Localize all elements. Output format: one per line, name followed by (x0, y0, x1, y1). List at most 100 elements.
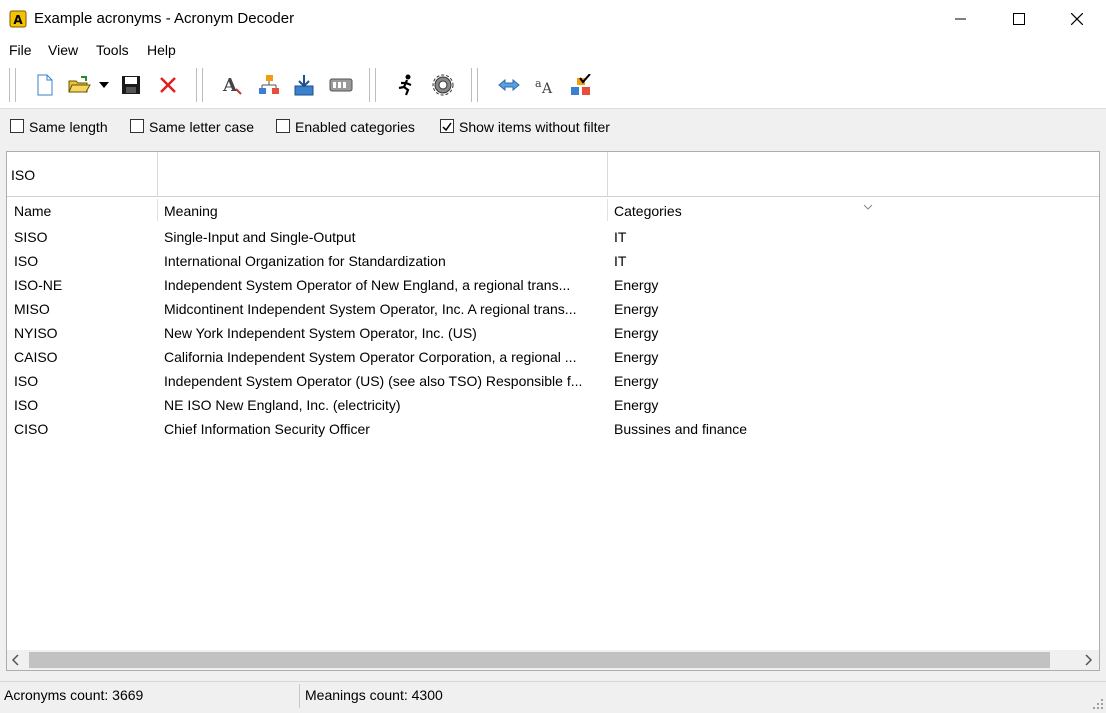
toolbar-grip[interactable] (9, 68, 16, 102)
delete-icon (160, 77, 176, 93)
menu-tools[interactable]: Tools (96, 42, 129, 58)
sort-indicator-icon (863, 197, 873, 213)
scroll-right-button[interactable] (1082, 653, 1094, 670)
row-name: ISO (14, 397, 39, 413)
chevron-right-icon (1085, 654, 1093, 666)
save-button[interactable] (118, 72, 144, 98)
row-categories: Energy (614, 397, 659, 413)
row-meaning: New York Independent System Operator, In… (164, 325, 477, 341)
svg-text:A: A (13, 13, 23, 27)
row-meaning: Single-Input and Single-Output (164, 229, 356, 245)
same-letter-case-checkbox[interactable] (130, 119, 144, 133)
row-name: ISO-NE (14, 277, 63, 293)
meaning-filter-cell[interactable] (158, 152, 608, 196)
row-meaning: Independent System Operator (US) (see al… (164, 373, 583, 389)
row-meaning: Midcontinent Independent System Operator… (164, 301, 577, 317)
minimize-icon (955, 18, 966, 20)
keyboard-button[interactable] (328, 72, 354, 98)
new-file-button[interactable] (31, 72, 57, 98)
import-button[interactable] (291, 72, 317, 98)
svg-text:a: a (535, 77, 542, 90)
column-header-meaning[interactable]: Meaning (164, 203, 218, 219)
hierarchy-icon (259, 75, 279, 94)
maximize-icon (1013, 13, 1025, 25)
row-categories: IT (614, 253, 627, 269)
open-folder-button[interactable] (66, 72, 92, 98)
font-icon: A (222, 75, 242, 96)
letter-case-button[interactable]: aA (532, 72, 558, 98)
row-meaning: NE ISO New England, Inc. (electricity) (164, 397, 401, 413)
scrollbar-thumb[interactable] (29, 652, 1050, 668)
menu-view[interactable]: View (48, 42, 78, 58)
column-header-categories[interactable]: Categories (614, 203, 682, 219)
row-name: ISO (14, 373, 39, 389)
row-name: NYISO (14, 325, 58, 341)
column-divider[interactable] (157, 199, 158, 221)
open-dropdown-button[interactable] (94, 72, 114, 98)
menu-help[interactable]: Help (147, 42, 176, 58)
swap-arrows-icon (498, 78, 520, 92)
show-items-without-filter-checkbox[interactable] (440, 119, 454, 133)
font-button[interactable]: A (219, 72, 245, 98)
chevron-down-icon (99, 82, 109, 88)
row-categories: Energy (614, 301, 659, 317)
row-meaning: International Organization for Standardi… (164, 253, 446, 269)
row-name: MISO (14, 301, 50, 317)
maximize-button[interactable] (990, 0, 1048, 38)
letter-case-icon: aA (535, 77, 553, 95)
row-categories: Bussines and finance (614, 421, 748, 437)
row-name: SISO (14, 229, 48, 245)
row-categories: Energy (614, 277, 659, 293)
column-header-name[interactable]: Name (14, 203, 51, 219)
gear-icon (432, 74, 454, 96)
open-folder-icon (68, 76, 91, 93)
swap-button[interactable] (496, 72, 522, 98)
name-filter-value[interactable]: ISO (11, 167, 35, 183)
column-divider[interactable] (607, 199, 608, 221)
enabled-categories-label[interactable]: Enabled categories (295, 119, 415, 135)
row-meaning: California Independent System Operator C… (164, 349, 577, 365)
status-bar (0, 681, 1106, 712)
same-length-checkbox[interactable] (10, 119, 24, 133)
row-name: ISO (14, 253, 39, 269)
categories-button[interactable] (256, 72, 282, 98)
meanings-count: Meanings count: 4300 (305, 687, 443, 703)
row-name: CISO (14, 421, 49, 437)
row-categories: Energy (614, 325, 659, 341)
toolbar-grip[interactable] (369, 68, 376, 102)
same-letter-case-label[interactable]: Same letter case (149, 119, 254, 135)
row-meaning: Independent System Operator of New Engla… (164, 277, 571, 293)
delete-button[interactable] (155, 72, 181, 98)
enabled-categories-checkbox[interactable] (276, 119, 290, 133)
import-icon (294, 75, 314, 96)
menu-file[interactable]: File (9, 42, 32, 58)
minimize-button[interactable] (932, 0, 990, 38)
close-button[interactable] (1048, 0, 1106, 38)
check-categories-icon (571, 74, 591, 95)
row-categories: IT (614, 229, 627, 245)
run-button[interactable] (393, 72, 419, 98)
status-divider (299, 684, 300, 708)
save-icon (122, 76, 140, 94)
row-categories: Energy (614, 373, 659, 389)
row-categories: Energy (614, 349, 659, 365)
window-title: Example acronyms - Acronym Decoder (34, 10, 295, 27)
running-man-icon (398, 74, 412, 96)
new-file-icon (37, 74, 53, 96)
svg-text:A: A (222, 75, 238, 96)
same-length-label[interactable]: Same length (29, 119, 108, 135)
close-icon (1071, 13, 1083, 25)
row-name: CAISO (14, 349, 58, 365)
acronyms-count: Acronyms count: 3669 (4, 687, 144, 703)
app-icon: A (9, 10, 27, 28)
chevron-left-icon (11, 654, 19, 666)
keyboard-icon (329, 78, 353, 92)
row-meaning: Chief Information Security Officer (164, 421, 370, 437)
settings-button[interactable] (430, 72, 456, 98)
scroll-left-button[interactable] (10, 653, 22, 670)
show-items-without-filter-label[interactable]: Show items without filter (459, 119, 610, 135)
check-categories-button[interactable] (568, 72, 594, 98)
svg-text:A: A (541, 81, 553, 95)
toolbar-grip[interactable] (471, 68, 478, 102)
toolbar-grip[interactable] (196, 68, 203, 102)
